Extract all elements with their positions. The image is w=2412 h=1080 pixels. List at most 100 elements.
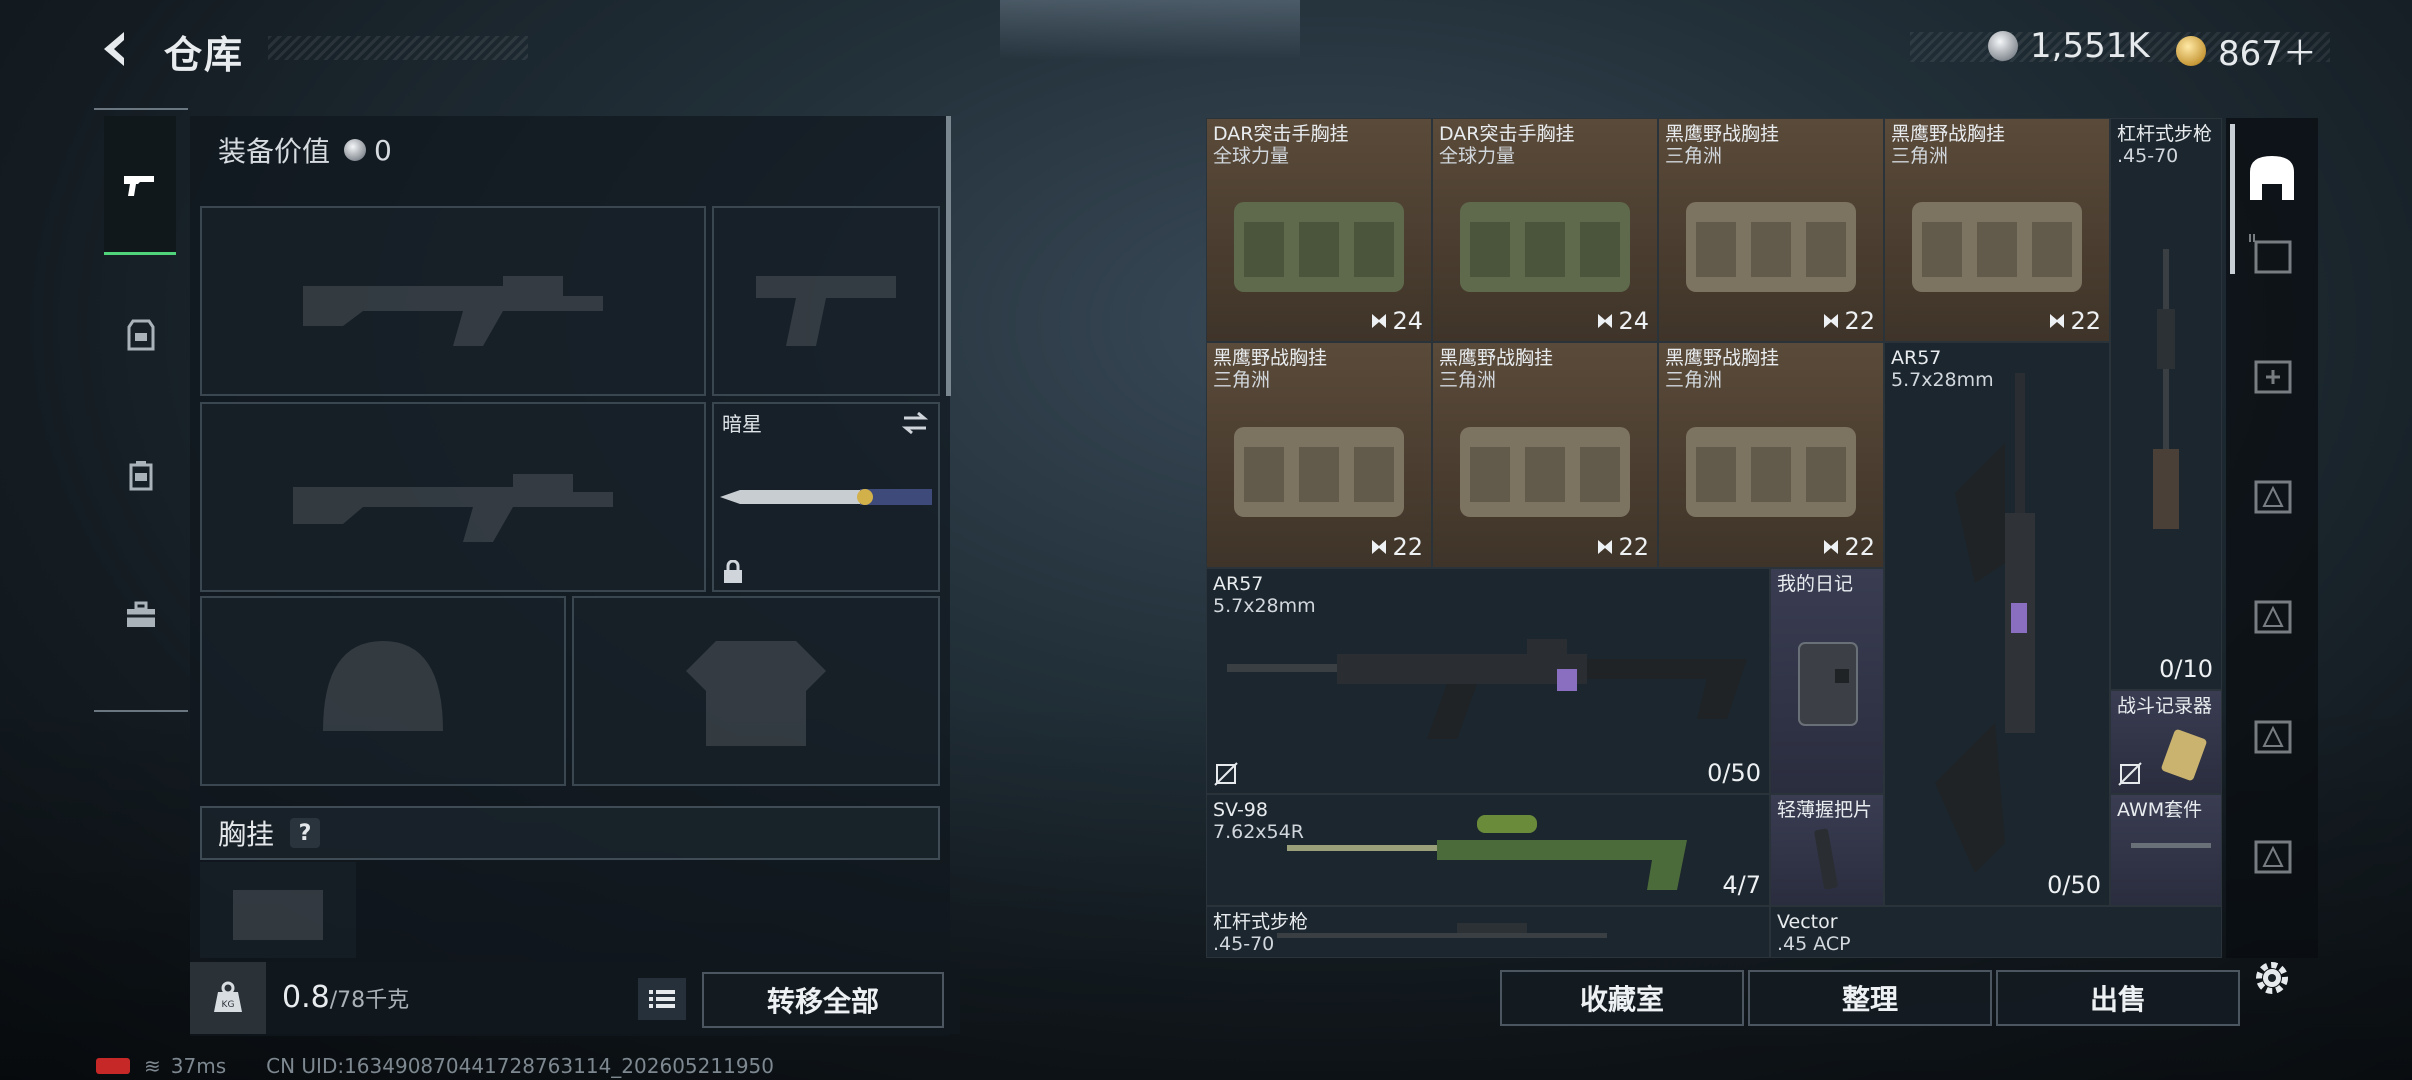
swap-arrows-icon[interactable] — [900, 410, 930, 436]
title-decoration — [268, 36, 528, 60]
item-count-value: 24 — [1392, 307, 1423, 335]
chest-rig-header: 胸挂 ? — [200, 806, 940, 860]
silver-currency[interactable]: 1,551K — [1988, 26, 2150, 66]
sort-button[interactable]: 整理 — [1748, 970, 1992, 1026]
stash-scrollbar[interactable] — [2230, 124, 2235, 274]
left-category-rail — [94, 110, 188, 710]
no-ammo-icon — [1214, 762, 1238, 786]
item-name: 黑鹰野战胸挂 — [1891, 123, 2006, 145]
stash-item[interactable]: Vector .45 ACP — [1770, 906, 2222, 958]
stash-item[interactable]: 我的日记 — [1770, 568, 1884, 794]
gear-icon — [2256, 962, 2288, 994]
item-name: 黑鹰野战胸挂 — [1439, 347, 1554, 369]
stash-item[interactable]: AR57 5.7x28mm 0/50 — [1206, 568, 1770, 794]
durability-icon — [1598, 314, 1613, 328]
sell-button[interactable]: 出售 — [1996, 970, 2240, 1026]
armor-silhouette-icon — [574, 598, 938, 784]
stash-item[interactable]: 黑鹰野战胸挂 三角洲 22 — [1206, 342, 1432, 568]
secondary-weapon-slot[interactable] — [200, 402, 706, 592]
sidearm-slot[interactable] — [712, 206, 940, 396]
page-title: 仓库 — [164, 33, 245, 77]
gold-currency[interactable]: 867＋ — [2176, 26, 2317, 75]
item-name: 轻薄握把片 — [1777, 799, 1873, 821]
ar57-rifle-image — [1227, 639, 1747, 739]
pistol-icon — [124, 176, 154, 196]
armor-vest-icon — [127, 319, 155, 351]
durability-icon — [1598, 540, 1613, 554]
tab-storage-6[interactable] — [2244, 706, 2300, 762]
chest-rig-label: 胸挂 — [218, 818, 275, 851]
stash-item[interactable]: AR57 5.7x28mm 0/50 — [1884, 342, 2110, 906]
item-count-value: 0/10 — [2159, 655, 2213, 683]
warehouse-icon — [2250, 156, 2294, 200]
stash-item[interactable]: SV-98 7.62x54R 4/7 — [1206, 794, 1770, 906]
tab-backpack[interactable] — [94, 430, 188, 520]
item-name: Vector — [1777, 911, 1838, 933]
rail-divider — [94, 710, 188, 712]
item-count: 22 — [2048, 307, 2101, 335]
diary-image — [1798, 642, 1858, 726]
lever-rifle-image — [1277, 923, 1607, 938]
stash-item[interactable]: 杠杆式步枪 .45-70 — [1206, 906, 1770, 958]
stash-item[interactable]: 黑鹰野战胸挂 三角洲 22 — [1432, 342, 1658, 568]
back-button[interactable] — [94, 26, 140, 72]
tab-storage-3[interactable] — [2244, 346, 2300, 402]
collection-room-button[interactable]: 收藏室 — [1500, 970, 1744, 1026]
item-count-value: 22 — [1844, 533, 1875, 561]
loadout-scrollbar[interactable] — [946, 116, 951, 396]
body-armor-slot[interactable] — [572, 596, 940, 786]
list-icon — [649, 990, 675, 1008]
tab-storage-4[interactable] — [2244, 466, 2300, 522]
awm-kit-image — [2131, 843, 2211, 848]
tab-armor[interactable] — [94, 290, 188, 380]
item-count: 24 — [1370, 307, 1423, 335]
item-count: 0/50 — [2047, 871, 2101, 899]
stash-item[interactable]: 黑鹰野战胸挂 三角洲 22 — [1658, 118, 1884, 342]
rifle-silhouette-icon — [202, 208, 704, 394]
stash-item[interactable]: 黑鹰野战胸挂 三角洲 22 — [1658, 342, 1884, 568]
stash-item[interactable]: DAR突击手胸挂 全球力量 24 — [1206, 118, 1432, 342]
chest-rig-image — [1659, 159, 1883, 315]
tab-weapons[interactable] — [104, 116, 176, 255]
item-count: 4/7 — [1722, 871, 1761, 899]
chest-rig-image — [1659, 383, 1883, 541]
transfer-all-button[interactable]: 转移全部 — [702, 972, 944, 1028]
svg-text:KG: KG — [222, 1000, 235, 1010]
backpack-icon — [129, 461, 153, 491]
item-count-value: 22 — [1844, 307, 1875, 335]
stash-item[interactable]: 黑鹰野战胸挂 三角洲 22 — [1884, 118, 2110, 342]
item-name: 我的日记 — [1777, 573, 1854, 595]
helmet-slot[interactable] — [200, 596, 566, 786]
gold-coin-icon — [2176, 35, 2206, 66]
tab-storage-7[interactable] — [2244, 826, 2300, 882]
stash-item[interactable]: 轻薄握把片 — [1770, 794, 1884, 906]
stash-item[interactable]: 杠杆式步枪 .45-70 0/10 — [2110, 118, 2222, 690]
pistol-silhouette-icon — [714, 208, 938, 394]
item-count: 22 — [1596, 533, 1649, 561]
settings-button[interactable] — [2244, 950, 2300, 1006]
stash-item[interactable]: AWM套件 — [2110, 794, 2222, 906]
help-icon[interactable]: ? — [290, 818, 321, 848]
melee-slot[interactable]: 暗星 — [712, 402, 940, 592]
back-arrow-icon — [104, 32, 124, 66]
primary-weapon-slot[interactable] — [200, 206, 706, 396]
tab-all-storage[interactable] — [2244, 150, 2300, 206]
item-count-value: 24 — [1618, 307, 1649, 335]
durability-icon — [1372, 314, 1387, 328]
durability-icon — [1824, 540, 1839, 554]
sv98-rifle-image — [1287, 815, 1687, 890]
tab-storage-2[interactable] — [2244, 226, 2300, 282]
tab-storage-5[interactable] — [2244, 586, 2300, 642]
list-view-button[interactable] — [638, 978, 686, 1020]
chest-rig-slot[interactable] — [200, 862, 356, 958]
item-caliber: .45-70 — [2117, 145, 2179, 167]
storage-box-icon — [2249, 234, 2292, 274]
system-status-bar: ≋ 37ms CN UID:1634908704417287631​14_202… — [96, 1054, 774, 1078]
stash-item[interactable]: DAR突击手胸挂 全球力量 24 — [1432, 118, 1658, 342]
item-count: 0/10 — [2159, 655, 2213, 683]
combat-recorder-image — [2161, 729, 2207, 781]
stash-item[interactable]: 战斗记录器 — [2110, 690, 2222, 794]
gold-amount: 867＋ — [2218, 34, 2317, 74]
tab-toolbox[interactable] — [94, 570, 188, 660]
item-name: AR57 — [1213, 573, 1264, 595]
